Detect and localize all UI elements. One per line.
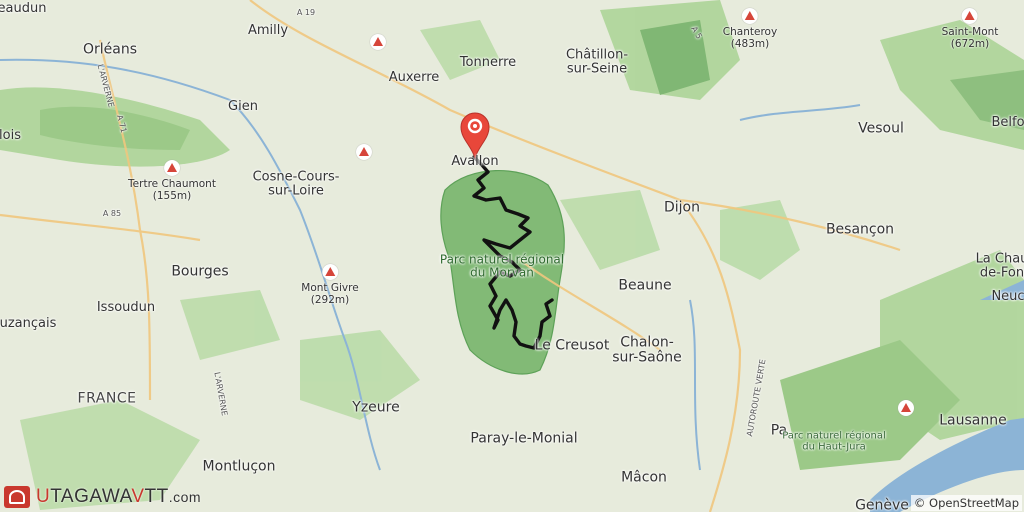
peak-saint-mont[interactable]: Saint-Mont (672m) — [942, 8, 998, 50]
map-attribution[interactable]: © OpenStreetMap — [910, 495, 1022, 511]
city-label-chatillon: Châtillon- sur-Seine — [565, 47, 629, 76]
city-label-cosne: Cosne-Cours- sur-Loire — [252, 169, 340, 198]
park-label-morvan: Parc naturel régional du Morvan — [439, 252, 565, 279]
city-label-bourges: Bourges — [171, 263, 229, 280]
road-label-a19: A 19 — [296, 7, 316, 17]
city-label-orleans: Orléans — [82, 41, 138, 58]
peak-triangle-icon — [898, 400, 914, 416]
city-label-yzeure: Yzeure — [352, 399, 400, 416]
city-label-beaudun: eaudun — [0, 1, 47, 17]
city-label-blois: lois — [0, 128, 21, 144]
peak-triangle-icon — [163, 160, 180, 176]
peak-triangle-icon — [741, 8, 758, 24]
utagawa-logo[interactable]: UTAGAWAVTT.com — [4, 486, 201, 508]
city-label-dijon: Dijon — [664, 199, 700, 216]
peak-triangle-icon — [962, 8, 978, 24]
city-label-beaune: Beaune — [618, 277, 672, 294]
peak-triangle-icon — [321, 264, 338, 280]
map-view[interactable]: Orléans Amilly Auxerre Tonnerre Châtillo… — [0, 0, 1024, 512]
peak-tertre-chaumont[interactable]: Tertre Chaumont (155m) — [128, 160, 216, 202]
city-label-macon: Mâcon — [621, 469, 667, 486]
country-label: FRANCE — [77, 390, 137, 407]
city-label-montlucon: Montluçon — [202, 458, 276, 475]
peak-unnamed-2[interactable] — [356, 144, 372, 162]
city-label-belfort: Belfo — [991, 115, 1024, 131]
city-label-chaux-de-fonds: La Chau de-Fon — [975, 251, 1024, 280]
location-pin-icon[interactable] — [459, 111, 491, 159]
city-label-avallon: Avallon — [451, 154, 499, 170]
park-label-haut-jura: Parc naturel régional du Haut-Jura — [782, 430, 886, 452]
city-label-vesoul: Vesoul — [858, 120, 904, 137]
city-label-gien: Gien — [228, 99, 258, 115]
city-label-geneve: Genève — [855, 497, 909, 512]
city-label-auxerre: Auxerre — [388, 70, 440, 86]
road-label-a85: A 85 — [102, 208, 122, 218]
peak-unnamed-1[interactable] — [370, 34, 386, 52]
utagawa-brand-text: UTAGAWAVTT.com — [36, 486, 202, 507]
city-label-tonnerre: Tonnerre — [459, 55, 517, 71]
peak-chanteroy[interactable]: Chanteroy (483m) — [723, 8, 777, 50]
city-label-buzancais: uzançais — [0, 316, 57, 332]
peak-triangle-icon — [370, 34, 386, 50]
peak-triangle-icon — [356, 144, 372, 160]
peak-unnamed-3[interactable] — [898, 400, 914, 418]
utagawa-logo-icon — [4, 486, 30, 508]
city-label-le-creusot: Le Creusot — [534, 337, 610, 354]
peak-mont-givre[interactable]: Mont Givre (292m) — [301, 264, 359, 306]
city-label-besancon: Besançon — [825, 221, 895, 238]
city-label-chalon: Chalon- sur-Saône — [612, 334, 682, 365]
city-label-neuchatel: Neuc — [991, 289, 1024, 305]
city-label-lausanne: Lausanne — [939, 412, 1007, 429]
city-label-amilly: Amilly — [247, 23, 289, 39]
city-label-issoudun: Issoudun — [96, 300, 156, 316]
city-label-paray: Paray-le-Monial — [470, 430, 578, 447]
